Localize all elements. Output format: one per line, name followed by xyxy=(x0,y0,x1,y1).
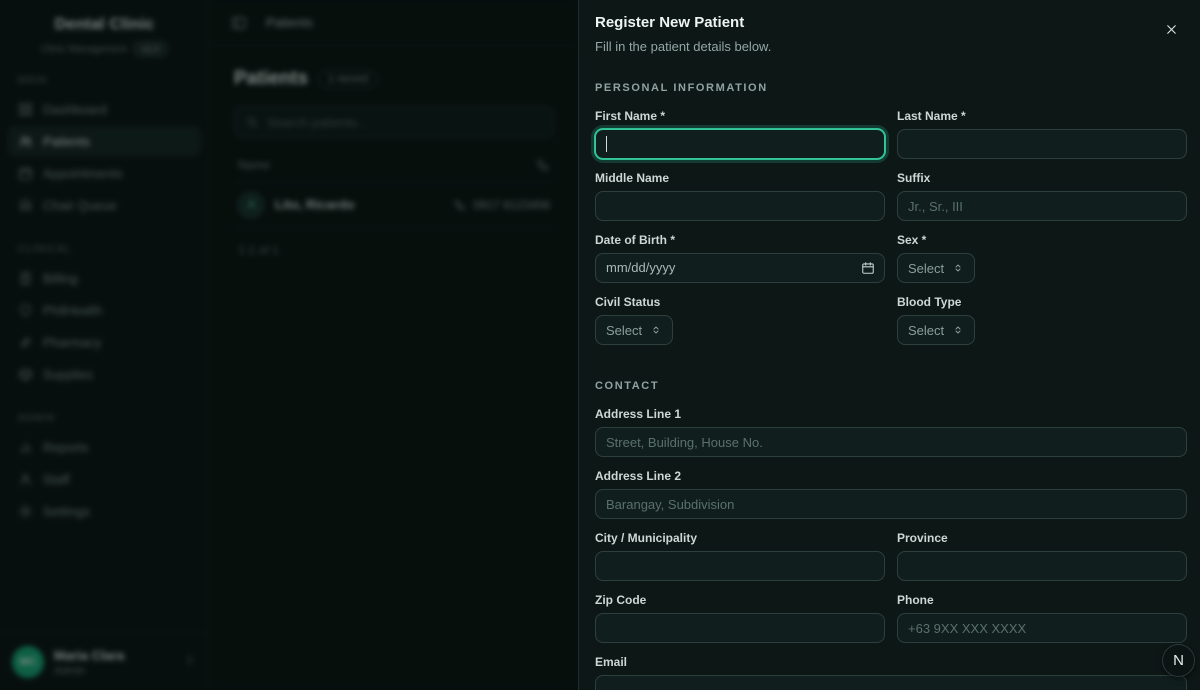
date-of-birth-label: Date of Birth * xyxy=(595,233,885,247)
email-label: Email xyxy=(595,655,1187,669)
sex-label: Sex * xyxy=(897,233,1187,247)
last-name-field[interactable] xyxy=(897,129,1187,159)
first-name-label: First Name * xyxy=(595,109,885,123)
email-field[interactable] xyxy=(595,675,1187,690)
dev-tools-badge[interactable]: N xyxy=(1162,644,1195,677)
address-line-1-label: Address Line 1 xyxy=(595,407,1187,421)
section-contact: CONTACT xyxy=(595,380,1187,392)
blood-type-select-value: Select xyxy=(908,323,944,338)
section-personal-information: PERSONAL INFORMATION xyxy=(595,82,1187,94)
address-line-1-field[interactable] xyxy=(595,427,1187,457)
modal-backdrop[interactable] xyxy=(0,0,578,690)
suffix-field[interactable] xyxy=(897,191,1187,221)
address-line-2-field[interactable] xyxy=(595,489,1187,519)
zip-code-field[interactable] xyxy=(595,613,885,643)
civil-status-select-value: Select xyxy=(606,323,642,338)
calendar-icon[interactable] xyxy=(861,261,875,275)
last-name-label: Last Name * xyxy=(897,109,1187,123)
date-of-birth-field[interactable]: mm/dd/yyyy xyxy=(595,253,885,283)
text-caret xyxy=(606,136,607,152)
background-content: Dental Clinic Clinic Management v1.0 Mai… xyxy=(0,0,578,690)
city-label: City / Municipality xyxy=(595,531,885,545)
first-name-field[interactable] xyxy=(595,129,885,159)
chevrons-up-down-icon xyxy=(650,324,662,336)
date-input[interactable] xyxy=(595,253,885,283)
close-button[interactable] xyxy=(1160,18,1182,40)
city-field[interactable] xyxy=(595,551,885,581)
close-icon xyxy=(1164,22,1179,37)
drawer-title: Register New Patient xyxy=(595,14,1187,31)
phone-field[interactable] xyxy=(897,613,1187,643)
phone-label: Phone xyxy=(897,593,1187,607)
province-field[interactable] xyxy=(897,551,1187,581)
middle-name-field[interactable] xyxy=(595,191,885,221)
zip-code-label: Zip Code xyxy=(595,593,885,607)
register-patient-drawer: Register New Patient Fill in the patient… xyxy=(578,0,1200,690)
chevrons-up-down-icon xyxy=(952,262,964,274)
sex-select-value: Select xyxy=(908,261,944,276)
civil-status-select[interactable]: Select xyxy=(595,315,673,345)
blood-type-select[interactable]: Select xyxy=(897,315,975,345)
drawer-subtitle: Fill in the patient details below. xyxy=(595,39,1187,54)
civil-status-label: Civil Status xyxy=(595,295,885,309)
suffix-label: Suffix xyxy=(897,171,1187,185)
middle-name-label: Middle Name xyxy=(595,171,885,185)
address-line-2-label: Address Line 2 xyxy=(595,469,1187,483)
province-label: Province xyxy=(897,531,1187,545)
sex-select[interactable]: Select xyxy=(897,253,975,283)
blood-type-label: Blood Type xyxy=(897,295,1187,309)
chevrons-up-down-icon xyxy=(952,324,964,336)
